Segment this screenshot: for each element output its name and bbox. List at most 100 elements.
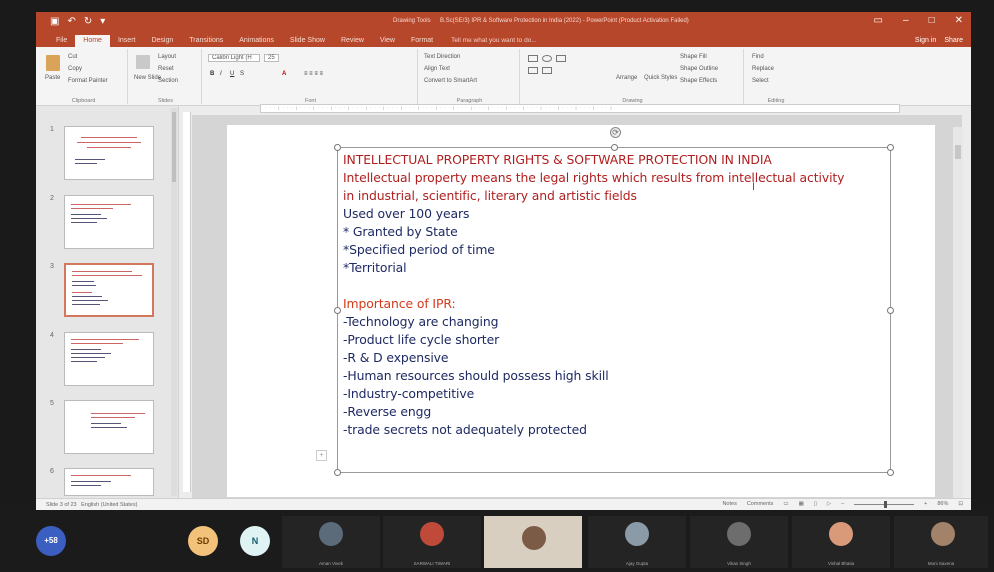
paste-icon[interactable] — [46, 55, 60, 71]
zoom-level[interactable]: 86% — [937, 501, 948, 507]
slide-sorter-icon[interactable]: ▦ — [799, 501, 804, 507]
participant-tile[interactable]: Moni Saxena — [894, 516, 988, 568]
resize-handle[interactable] — [611, 144, 618, 151]
align-text-button[interactable]: Align Text — [424, 66, 450, 72]
resize-handle[interactable] — [887, 144, 894, 151]
italic-button[interactable]: I — [220, 71, 222, 77]
minimize-icon[interactable]: – — [903, 15, 909, 26]
participant-tile[interactable]: Ajay Gupta — [588, 516, 686, 568]
sign-in-link[interactable]: Sign in — [915, 37, 936, 44]
maximize-icon[interactable]: □ — [929, 15, 935, 26]
replace-button[interactable]: Replace — [752, 66, 774, 72]
tab-view[interactable]: View — [372, 35, 403, 47]
quick-access-toolbar: ▣ ↶ ↻ ▾ — [50, 16, 105, 27]
participant-avatar[interactable]: N — [240, 526, 270, 556]
slide-vertical-scrollbar[interactable] — [953, 127, 963, 499]
undo-icon[interactable]: ↶ — [67, 16, 75, 27]
text-direction-button[interactable]: Text Direction — [424, 54, 460, 60]
underline-button[interactable]: U — [230, 71, 234, 77]
font-color-button[interactable]: A — [282, 71, 286, 77]
tab-design[interactable]: Design — [143, 35, 181, 47]
rotate-handle[interactable]: ⟳ — [610, 127, 621, 138]
zoom-slider[interactable] — [854, 500, 915, 508]
participant-tile[interactable]: SARWALI TIWARI — [383, 516, 481, 568]
clipboard-group-label: Clipboard — [71, 98, 96, 104]
tab-animations[interactable]: Animations — [231, 35, 282, 47]
tab-review[interactable]: Review — [333, 35, 372, 47]
reading-view-icon[interactable]: ▯ — [814, 501, 817, 507]
convert-smartart-button[interactable]: Convert to SmartArt — [424, 78, 477, 84]
tab-format[interactable]: Format — [403, 35, 441, 47]
language-indicator[interactable]: English (United States) — [81, 502, 137, 508]
select-button[interactable]: Select — [752, 78, 769, 84]
customize-qat-icon[interactable]: ▾ — [100, 16, 105, 27]
slide-thumbnail[interactable] — [64, 126, 154, 180]
tell-me-box[interactable]: Tell me what you want to do... — [441, 35, 543, 47]
fit-slide-icon[interactable]: ⊡ — [958, 501, 963, 507]
resize-handle[interactable] — [334, 144, 341, 151]
slide-thumbnail[interactable] — [64, 400, 154, 454]
font-name-select[interactable]: Calibri Light (H — [208, 54, 260, 62]
slide-number: 4 — [50, 332, 54, 339]
arrange-button[interactable]: Arrange — [616, 75, 637, 81]
participant-avatar — [727, 522, 751, 546]
tab-transitions[interactable]: Transitions — [181, 35, 231, 47]
copy-button[interactable]: Copy — [68, 66, 82, 72]
slide-thumbnail[interactable] — [64, 332, 154, 386]
thumbnail-scrollbar[interactable] — [171, 108, 177, 496]
bullet-line: *Specified period of time — [343, 242, 495, 257]
notes-button[interactable]: Notes — [722, 501, 736, 507]
tab-slide-show[interactable]: Slide Show — [282, 35, 333, 47]
participant-video-tile[interactable] — [484, 516, 582, 568]
shape-outline-button[interactable]: Shape Outline — [680, 66, 718, 72]
zoom-out-icon[interactable]: – — [841, 501, 844, 507]
ribbon-options-icon[interactable]: ▭ — [874, 15, 883, 26]
format-painter-button[interactable]: Format Painter — [68, 78, 108, 84]
resize-handle[interactable] — [887, 307, 894, 314]
oval-shape-icon[interactable] — [542, 55, 552, 62]
slide-thumbnail-selected[interactable] — [64, 263, 154, 317]
font-size-select[interactable]: 25 — [264, 54, 279, 62]
resize-handle[interactable] — [334, 307, 341, 314]
comments-button[interactable]: Comments — [747, 501, 774, 507]
normal-view-icon[interactable]: ▭ — [783, 501, 788, 507]
align-buttons[interactable]: ≡ ≡ ≡ ≡ — [304, 71, 323, 77]
resize-handle[interactable] — [334, 469, 341, 476]
content-textbox[interactable]: INTELLECTUAL PROPERTY RIGHTS & SOFTWARE … — [334, 144, 894, 476]
shadow-button[interactable]: S — [240, 71, 244, 77]
line-shape-icon[interactable] — [556, 55, 566, 62]
arrow-shape-icon[interactable] — [542, 67, 552, 74]
participant-tile[interactable]: Vikas Singh — [690, 516, 788, 568]
add-content-icon[interactable]: + — [316, 450, 327, 461]
reset-button[interactable]: Reset — [158, 66, 174, 72]
participant-tile[interactable]: Vishal Bhatia — [792, 516, 890, 568]
rectangle-shape-icon[interactable] — [528, 55, 538, 62]
resize-handle[interactable] — [887, 469, 894, 476]
zoom-in-icon[interactable]: + — [924, 501, 927, 507]
share-button[interactable]: Share — [944, 37, 963, 44]
bold-button[interactable]: B — [210, 71, 214, 77]
paste-button[interactable]: Paste — [45, 75, 60, 81]
tab-home[interactable]: Home — [75, 35, 110, 47]
find-button[interactable]: Find — [752, 54, 764, 60]
quick-styles-button[interactable]: Quick Styles — [644, 75, 677, 81]
tab-file[interactable]: File — [48, 35, 75, 47]
participant-avatar[interactable]: SD — [188, 526, 218, 556]
participant-tile[interactable]: Aman Vivek — [282, 516, 380, 568]
close-icon[interactable]: ✕ — [955, 15, 963, 26]
shape-fill-button[interactable]: Shape Fill — [680, 54, 707, 60]
triangle-shape-icon[interactable] — [528, 67, 538, 74]
redo-icon[interactable]: ↻ — [84, 16, 92, 27]
shape-effects-button[interactable]: Shape Effects — [680, 78, 717, 84]
tab-insert[interactable]: Insert — [110, 35, 144, 47]
cut-button[interactable]: Cut — [68, 54, 77, 60]
layout-button[interactable]: Layout — [158, 54, 176, 60]
slide-thumbnail[interactable] — [64, 468, 154, 496]
new-slide-icon[interactable] — [136, 55, 150, 69]
new-slide-button[interactable]: New Slide — [134, 75, 161, 81]
slide-thumbnail[interactable] — [64, 195, 154, 249]
section-button[interactable]: Section — [158, 78, 178, 84]
slideshow-icon[interactable]: ▷ — [827, 501, 831, 507]
save-icon[interactable]: ▣ — [50, 16, 59, 27]
more-participants-badge[interactable]: +58 — [36, 526, 66, 556]
